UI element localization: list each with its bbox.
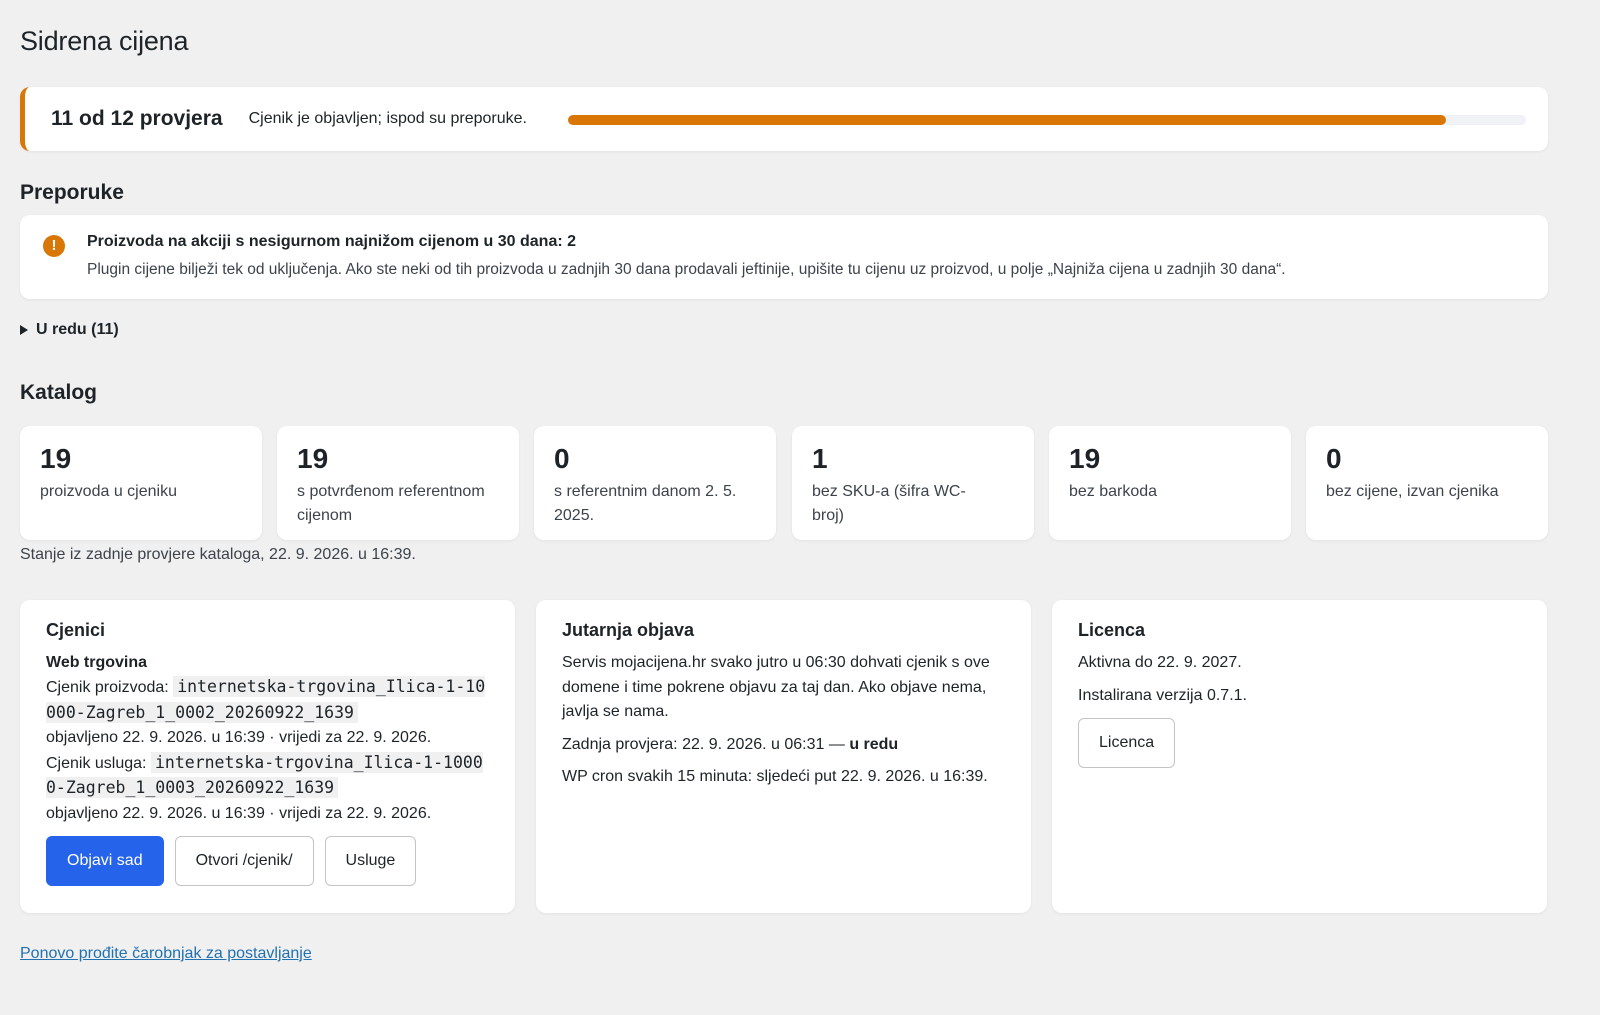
recommendations-heading: Preporuke xyxy=(20,181,124,204)
ok-items-toggle[interactable]: U redu (11) xyxy=(20,321,119,339)
publish-now-button[interactable]: Objavi sad xyxy=(46,836,164,886)
stat-label: s referentnim danom 2. 5. 2025. xyxy=(554,483,737,524)
ok-items-label: U redu (11) xyxy=(36,321,119,338)
installed-version: Instalirana verzija 0.7.1. xyxy=(1078,686,1247,704)
license-title: Licenca xyxy=(1078,620,1146,640)
recommendation-description: Plugin cijene bilježi tek od uključenja.… xyxy=(87,261,1286,278)
cjenici-actions: Objavi sad Otvori /cjenik/ Usluge xyxy=(46,836,489,886)
recommendation-card: ! Proizvoda na akciji s nesigurnom najni… xyxy=(20,215,1548,299)
services-pricelist: Cjenik usluga: internetska-trgovina_Ilic… xyxy=(46,751,489,802)
services-button[interactable]: Usluge xyxy=(324,836,417,886)
progress-bar xyxy=(568,115,1526,125)
catalog-heading: Katalog xyxy=(20,381,98,404)
stat-value: 0 xyxy=(554,443,570,474)
morning-title: Jutarnja objava xyxy=(562,620,695,640)
stat-card: 19 proizvoda u cjeniku xyxy=(20,426,262,540)
license-active-until: Aktivna do 22. 9. 2027. xyxy=(1078,654,1242,671)
stat-card: 0 bez cijene, izvan cjenika xyxy=(1306,426,1548,540)
last-check: Zadnja provjera: 22. 9. 2026. u 06:31 — … xyxy=(562,733,1005,758)
cjenici-title: Cjenici xyxy=(46,620,106,640)
status-count: 11 od 12 provjera xyxy=(51,107,223,130)
cjenici-panel: Cjenici Web trgovina Cjenik proizvoda: i… xyxy=(20,600,515,913)
setup-wizard-link[interactable]: Ponovo prođite čarobnjak za postavljanje xyxy=(20,945,312,963)
stat-label: bez cijene, izvan cjenika xyxy=(1326,483,1499,500)
last-check-prefix: Zadnja provjera: 22. 9. 2026. u 06:31 — xyxy=(562,735,845,753)
stat-label: bez barkoda xyxy=(1069,483,1158,500)
stat-card: 1 bez SKU-a (šifra WC-broj) xyxy=(792,426,1034,540)
progress-fill xyxy=(568,115,1447,125)
status-message: Cjenik je objavljen; ispod su preporuke. xyxy=(248,110,527,127)
open-pricelist-button[interactable]: Otvori /cjenik/ xyxy=(174,836,314,886)
stat-card: 19 s potvrđenom referentnom cijenom xyxy=(277,426,519,540)
license-button[interactable]: Licenca xyxy=(1078,718,1176,768)
stat-value: 19 xyxy=(40,443,72,474)
catalog-stats: 19 proizvoda u cjeniku 19 s potvrđenom r… xyxy=(20,426,1548,540)
morning-panel: Jutarnja objava Servis mojacijena.hr sva… xyxy=(536,600,1031,913)
cron-note: WP cron svakih 15 minuta: sljedeći put 2… xyxy=(562,768,988,785)
stat-value: 19 xyxy=(297,443,329,474)
stat-value: 19 xyxy=(1069,443,1101,474)
stat-card: 0 s referentnim danom 2. 5. 2025. xyxy=(534,426,776,540)
stat-label: s potvrđenom referentnom cijenom xyxy=(297,483,485,524)
services-label: Cjenik usluga: xyxy=(46,754,147,772)
catalog-note: Stanje iz zadnje provjere kataloga, 22. … xyxy=(20,546,416,563)
last-check-status: u redu xyxy=(849,735,899,753)
license-panel: Licenca Aktivna do 22. 9. 2027. Instalir… xyxy=(1052,600,1547,913)
stat-value: 0 xyxy=(1326,443,1342,474)
recommendation-title: Proizvoda na akciji s nesigurnom najnižo… xyxy=(87,233,577,250)
products-label: Cjenik proizvoda: xyxy=(46,679,169,696)
stat-card: 19 bez barkoda xyxy=(1049,426,1291,540)
warning-icon: ! xyxy=(43,235,65,257)
status-bar: 11 od 12 provjera Cjenik je objavljen; i… xyxy=(20,87,1548,151)
products-pricelist: Cjenik proizvoda: internetska-trgovina_I… xyxy=(46,675,489,726)
store-name: Web trgovina xyxy=(46,654,148,671)
stat-label: proizvoda u cjeniku xyxy=(40,483,177,500)
morning-description: Servis mojacijena.hr svako jutro u 06:30… xyxy=(562,654,990,720)
disclosure-triangle-icon xyxy=(20,325,28,335)
products-meta: objavljeno 22. 9. 2026. u 16:39 · vrijed… xyxy=(46,729,432,746)
services-meta: objavljeno 22. 9. 2026. u 16:39 · vrijed… xyxy=(46,804,432,822)
stat-value: 1 xyxy=(812,443,828,474)
stat-label: bez SKU-a (šifra WC-broj) xyxy=(812,483,966,524)
page-title: Sidrena cijena xyxy=(20,26,189,56)
license-actions: Licenca xyxy=(1078,718,1521,768)
